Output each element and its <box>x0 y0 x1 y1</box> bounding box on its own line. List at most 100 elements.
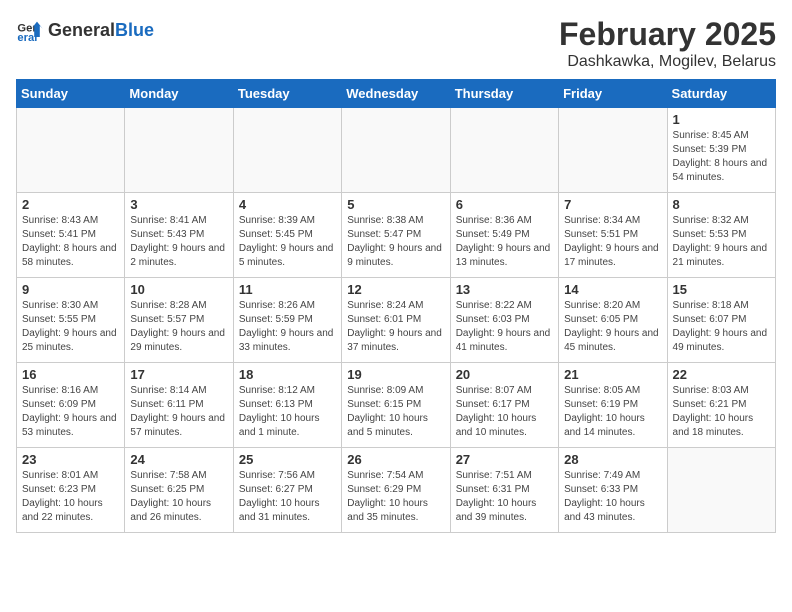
weekday-header-thursday: Thursday <box>450 80 558 108</box>
day-detail: Sunrise: 8:45 AM Sunset: 5:39 PM Dayligh… <box>673 129 770 185</box>
day-cell: 5 Sunrise: 8:38 AM Sunset: 5:47 PM Daylig… <box>342 193 450 278</box>
day-cell <box>233 108 341 193</box>
day-cell: 1 Sunrise: 8:45 AM Sunset: 5:39 PM Daylig… <box>667 108 775 193</box>
day-cell: 3 Sunrise: 8:41 AM Sunset: 5:43 PM Daylig… <box>125 193 233 278</box>
day-cell: 16 Sunrise: 8:16 AM Sunset: 6:09 PM Dayli… <box>17 363 125 448</box>
day-cell: 21 Sunrise: 8:05 AM Sunset: 6:19 PM Dayli… <box>559 363 667 448</box>
day-number: 18 <box>239 367 336 382</box>
day-detail: Sunrise: 8:43 AM Sunset: 5:41 PM Dayligh… <box>22 214 119 270</box>
day-number: 21 <box>564 367 661 382</box>
day-number: 7 <box>564 197 661 212</box>
weekday-header-sunday: Sunday <box>17 80 125 108</box>
day-cell: 7 Sunrise: 8:34 AM Sunset: 5:51 PM Daylig… <box>559 193 667 278</box>
day-number: 27 <box>456 452 553 467</box>
day-cell: 10Sunrise: 8:28 AM Sunset: 5:57 PM Dayli… <box>125 278 233 363</box>
day-number: 15 <box>673 282 770 297</box>
day-number: 22 <box>673 367 770 382</box>
day-detail: Sunrise: 8:18 AM Sunset: 6:07 PM Dayligh… <box>673 299 770 355</box>
week-row-4: 23Sunrise: 8:01 AM Sunset: 6:23 PM Dayli… <box>17 448 776 533</box>
day-number: 19 <box>347 367 444 382</box>
day-cell: 18 Sunrise: 8:12 AM Sunset: 6:13 PM Dayli… <box>233 363 341 448</box>
day-cell: 23Sunrise: 8:01 AM Sunset: 6:23 PM Dayli… <box>17 448 125 533</box>
logo-icon: Gen eral <box>16 16 44 44</box>
day-cell: 25Sunrise: 7:56 AM Sunset: 6:27 PM Dayli… <box>233 448 341 533</box>
weekday-header-monday: Monday <box>125 80 233 108</box>
day-detail: Sunrise: 7:58 AM Sunset: 6:25 PM Dayligh… <box>130 469 227 525</box>
day-cell <box>450 108 558 193</box>
week-row-0: 1 Sunrise: 8:45 AM Sunset: 5:39 PM Daylig… <box>17 108 776 193</box>
day-detail: Sunrise: 8:07 AM Sunset: 6:17 PM Dayligh… <box>456 384 553 440</box>
day-number: 1 <box>673 112 770 127</box>
day-detail: Sunrise: 8:16 AM Sunset: 6:09 PM Dayligh… <box>22 384 119 440</box>
weekday-header-wednesday: Wednesday <box>342 80 450 108</box>
day-cell: 4 Sunrise: 8:39 AM Sunset: 5:45 PM Daylig… <box>233 193 341 278</box>
day-cell <box>17 108 125 193</box>
week-row-1: 2 Sunrise: 8:43 AM Sunset: 5:41 PM Daylig… <box>17 193 776 278</box>
day-number: 20 <box>456 367 553 382</box>
day-number: 13 <box>456 282 553 297</box>
day-detail: Sunrise: 7:51 AM Sunset: 6:31 PM Dayligh… <box>456 469 553 525</box>
day-cell: 28 Sunrise: 7:49 AM Sunset: 6:33 PM Dayli… <box>559 448 667 533</box>
day-detail: Sunrise: 8:20 AM Sunset: 6:05 PM Dayligh… <box>564 299 661 355</box>
weekday-header-tuesday: Tuesday <box>233 80 341 108</box>
day-cell: 14Sunrise: 8:20 AM Sunset: 6:05 PM Dayli… <box>559 278 667 363</box>
day-cell: 9 Sunrise: 8:30 AM Sunset: 5:55 PM Daylig… <box>17 278 125 363</box>
day-cell <box>667 448 775 533</box>
day-detail: Sunrise: 8:34 AM Sunset: 5:51 PM Dayligh… <box>564 214 661 270</box>
day-detail: Sunrise: 8:30 AM Sunset: 5:55 PM Dayligh… <box>22 299 119 355</box>
day-number: 28 <box>564 452 661 467</box>
day-number: 9 <box>22 282 119 297</box>
day-cell <box>342 108 450 193</box>
day-number: 2 <box>22 197 119 212</box>
day-detail: Sunrise: 8:39 AM Sunset: 5:45 PM Dayligh… <box>239 214 336 270</box>
title-area: February 2025 Dashkawka, Mogilev, Belaru… <box>559 16 776 71</box>
day-number: 25 <box>239 452 336 467</box>
day-cell: 27 Sunrise: 7:51 AM Sunset: 6:31 PM Dayli… <box>450 448 558 533</box>
calendar-title: February 2025 <box>559 16 776 53</box>
day-detail: Sunrise: 8:05 AM Sunset: 6:19 PM Dayligh… <box>564 384 661 440</box>
day-number: 5 <box>347 197 444 212</box>
day-number: 17 <box>130 367 227 382</box>
logo-general: General <box>48 20 115 40</box>
day-detail: Sunrise: 8:01 AM Sunset: 6:23 PM Dayligh… <box>22 469 119 525</box>
weekday-header-friday: Friday <box>559 80 667 108</box>
day-cell: 2 Sunrise: 8:43 AM Sunset: 5:41 PM Daylig… <box>17 193 125 278</box>
day-number: 10 <box>130 282 227 297</box>
day-number: 12 <box>347 282 444 297</box>
day-number: 3 <box>130 197 227 212</box>
day-cell <box>125 108 233 193</box>
calendar-subtitle: Dashkawka, Mogilev, Belarus <box>559 53 776 71</box>
day-detail: Sunrise: 8:36 AM Sunset: 5:49 PM Dayligh… <box>456 214 553 270</box>
day-number: 4 <box>239 197 336 212</box>
logo-text: GeneralBlue <box>48 20 154 41</box>
day-number: 16 <box>22 367 119 382</box>
header: Gen eral GeneralBlue February 2025 Dashk… <box>16 16 776 71</box>
day-detail: Sunrise: 8:09 AM Sunset: 6:15 PM Dayligh… <box>347 384 444 440</box>
day-detail: Sunrise: 8:12 AM Sunset: 6:13 PM Dayligh… <box>239 384 336 440</box>
day-detail: Sunrise: 8:14 AM Sunset: 6:11 PM Dayligh… <box>130 384 227 440</box>
day-detail: Sunrise: 8:22 AM Sunset: 6:03 PM Dayligh… <box>456 299 553 355</box>
week-row-3: 16 Sunrise: 8:16 AM Sunset: 6:09 PM Dayli… <box>17 363 776 448</box>
day-detail: Sunrise: 7:49 AM Sunset: 6:33 PM Dayligh… <box>564 469 661 525</box>
day-cell: 8Sunrise: 8:32 AM Sunset: 5:53 PM Daylig… <box>667 193 775 278</box>
day-detail: Sunrise: 7:54 AM Sunset: 6:29 PM Dayligh… <box>347 469 444 525</box>
day-cell: 17 Sunrise: 8:14 AM Sunset: 6:11 PM Dayli… <box>125 363 233 448</box>
day-detail: Sunrise: 8:38 AM Sunset: 5:47 PM Dayligh… <box>347 214 444 270</box>
day-cell: 6Sunrise: 8:36 AM Sunset: 5:49 PM Daylig… <box>450 193 558 278</box>
day-cell <box>559 108 667 193</box>
day-cell: 20 Sunrise: 8:07 AM Sunset: 6:17 PM Dayli… <box>450 363 558 448</box>
day-detail: Sunrise: 8:26 AM Sunset: 5:59 PM Dayligh… <box>239 299 336 355</box>
day-cell: 13 Sunrise: 8:22 AM Sunset: 6:03 PM Dayli… <box>450 278 558 363</box>
day-number: 26 <box>347 452 444 467</box>
day-detail: Sunrise: 8:32 AM Sunset: 5:53 PM Dayligh… <box>673 214 770 270</box>
day-cell: 26 Sunrise: 7:54 AM Sunset: 6:29 PM Dayli… <box>342 448 450 533</box>
day-cell: 19 Sunrise: 8:09 AM Sunset: 6:15 PM Dayli… <box>342 363 450 448</box>
day-cell: 11 Sunrise: 8:26 AM Sunset: 5:59 PM Dayli… <box>233 278 341 363</box>
day-cell: 15 Sunrise: 8:18 AM Sunset: 6:07 PM Dayli… <box>667 278 775 363</box>
week-row-2: 9 Sunrise: 8:30 AM Sunset: 5:55 PM Daylig… <box>17 278 776 363</box>
logo: Gen eral GeneralBlue <box>16 16 154 44</box>
day-number: 24 <box>130 452 227 467</box>
weekday-header-saturday: Saturday <box>667 80 775 108</box>
day-number: 11 <box>239 282 336 297</box>
day-detail: Sunrise: 8:41 AM Sunset: 5:43 PM Dayligh… <box>130 214 227 270</box>
